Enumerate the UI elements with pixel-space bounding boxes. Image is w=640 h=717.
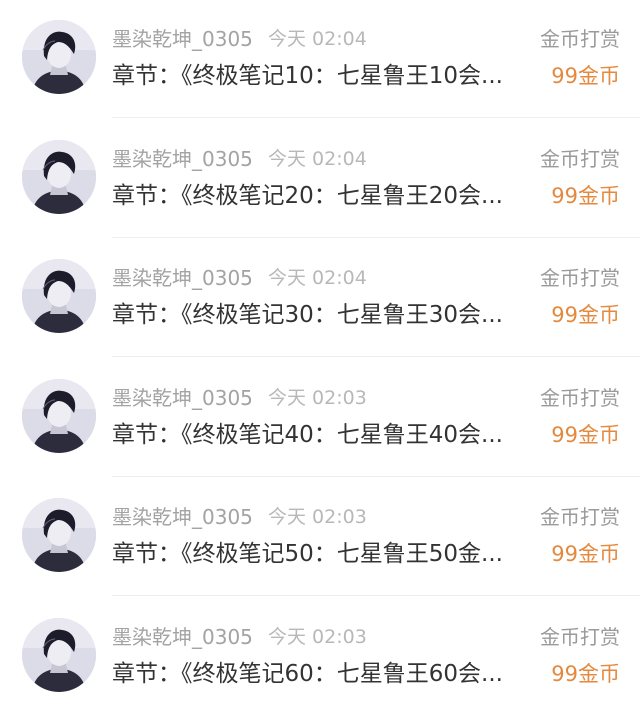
user-avatar[interactable] xyxy=(22,20,96,94)
avatar-portrait-icon xyxy=(22,379,96,453)
avatar-portrait-icon xyxy=(22,259,96,333)
chapter-title[interactable]: 章节：《终极笔记20：七星鲁王20会... xyxy=(112,180,530,212)
tip-amount: 99金币 xyxy=(551,180,620,212)
row-divider xyxy=(112,595,640,596)
tip-record-item[interactable]: 墨染乾坤_0305 今天 02:03 金币打赏 章节：《终极笔记40：七星鲁王4… xyxy=(0,359,640,479)
username[interactable]: 墨染乾坤_0305 xyxy=(112,145,253,173)
user-avatar[interactable] xyxy=(22,379,96,453)
username[interactable]: 墨染乾坤_0305 xyxy=(112,503,253,531)
tip-type-label: 金币打赏 xyxy=(540,264,620,292)
chapter-title[interactable]: 章节：《终极笔记10：七星鲁王10会... xyxy=(112,60,530,92)
user-avatar[interactable] xyxy=(22,498,96,572)
row-divider xyxy=(112,237,640,238)
tip-time: 今天 02:03 xyxy=(268,623,367,651)
row-divider xyxy=(112,117,640,118)
tip-time: 今天 02:04 xyxy=(268,264,367,292)
username[interactable]: 墨染乾坤_0305 xyxy=(112,264,253,292)
chapter-title[interactable]: 章节：《终极笔记50：七星鲁王50金... xyxy=(112,538,530,570)
user-avatar[interactable] xyxy=(22,259,96,333)
tip-type-label: 金币打赏 xyxy=(540,623,620,651)
avatar-portrait-icon xyxy=(22,20,96,94)
tip-type-label: 金币打赏 xyxy=(540,145,620,173)
chapter-title[interactable]: 章节：《终极笔记60：七星鲁王60会... xyxy=(112,658,530,690)
username[interactable]: 墨染乾坤_0305 xyxy=(112,623,253,651)
tip-record-item[interactable]: 墨染乾坤_0305 今天 02:03 金币打赏 章节：《终极笔记50：七星鲁王5… xyxy=(0,478,640,598)
row-divider xyxy=(112,476,640,477)
tip-type-label: 金币打赏 xyxy=(540,25,620,53)
user-avatar[interactable] xyxy=(22,618,96,692)
tip-time: 今天 02:04 xyxy=(268,145,367,173)
avatar-portrait-icon xyxy=(22,498,96,572)
chapter-title[interactable]: 章节：《终极笔记40：七星鲁王40会... xyxy=(112,419,530,451)
tip-amount: 99金币 xyxy=(551,538,620,570)
chapter-title[interactable]: 章节：《终极笔记30：七星鲁王30会... xyxy=(112,299,530,331)
tip-time: 今天 02:04 xyxy=(268,25,367,53)
avatar-portrait-icon xyxy=(22,140,96,214)
row-divider xyxy=(112,356,640,357)
tip-amount: 99金币 xyxy=(551,658,620,690)
tip-amount: 99金币 xyxy=(551,299,620,331)
tip-amount: 99金币 xyxy=(551,419,620,451)
tip-amount: 99金币 xyxy=(551,60,620,92)
tip-type-label: 金币打赏 xyxy=(540,503,620,531)
tip-record-item[interactable]: 墨染乾坤_0305 今天 02:03 金币打赏 章节：《终极笔记60：七星鲁王6… xyxy=(0,598,640,717)
username[interactable]: 墨染乾坤_0305 xyxy=(112,25,253,53)
avatar-portrait-icon xyxy=(22,618,96,692)
username[interactable]: 墨染乾坤_0305 xyxy=(112,384,253,412)
tip-time: 今天 02:03 xyxy=(268,503,367,531)
tip-type-label: 金币打赏 xyxy=(540,384,620,412)
user-avatar[interactable] xyxy=(22,140,96,214)
tip-record-item[interactable]: 墨染乾坤_0305 今天 02:04 金币打赏 章节：《终极笔记10：七星鲁王1… xyxy=(0,0,640,120)
tip-record-item[interactable]: 墨染乾坤_0305 今天 02:04 金币打赏 章节：《终极笔记30：七星鲁王3… xyxy=(0,239,640,359)
tip-time: 今天 02:03 xyxy=(268,384,367,412)
tip-record-list: 墨染乾坤_0305 今天 02:04 金币打赏 章节：《终极笔记10：七星鲁王1… xyxy=(0,0,640,713)
tip-record-item[interactable]: 墨染乾坤_0305 今天 02:04 金币打赏 章节：《终极笔记20：七星鲁王2… xyxy=(0,120,640,240)
